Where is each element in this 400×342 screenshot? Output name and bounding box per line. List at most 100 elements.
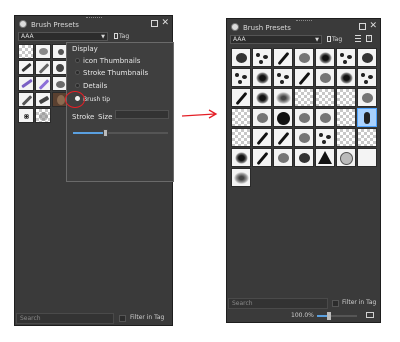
brush-tip[interactable]: [294, 48, 314, 67]
brush-tip[interactable]: [273, 68, 293, 87]
brush-thumbnail[interactable]: [35, 60, 51, 75]
brush-tip[interactable]: [357, 148, 377, 167]
brush-tip[interactable]: [336, 88, 356, 107]
docker-toolbar: AAA ▼ Tag !: [227, 34, 380, 46]
brush-thumbnail[interactable]: [18, 76, 34, 91]
brush-tip[interactable]: [252, 148, 272, 167]
brush-tip[interactable]: [336, 108, 356, 127]
brush-tip[interactable]: [294, 108, 314, 127]
brush-tip[interactable]: [357, 48, 377, 67]
import-icon[interactable]: !: [366, 35, 372, 42]
brush-thumbnail[interactable]: [18, 44, 34, 59]
fit-view-icon[interactable]: [366, 312, 374, 318]
brush-tip-selected[interactable]: [357, 108, 377, 127]
brush-tip[interactable]: [357, 68, 377, 87]
close-icon[interactable]: ✕: [369, 21, 377, 31]
brush-tip[interactable]: [294, 148, 314, 167]
brush-tip[interactable]: [315, 68, 335, 87]
search-input[interactable]: Search: [16, 313, 114, 324]
brush-tip[interactable]: [252, 88, 272, 107]
krita-logo-icon: [231, 23, 239, 31]
brush-thumbnail[interactable]: [35, 76, 51, 91]
radio-icon-thumbnails[interactable]: [75, 58, 80, 63]
option-stroke-thumbnails[interactable]: Stroke Thumbnails: [75, 68, 148, 78]
brush-tip[interactable]: [273, 88, 293, 107]
brush-tip[interactable]: [231, 68, 251, 87]
option-icon-thumbnails[interactable]: icon Thumbnails: [75, 56, 140, 66]
close-icon[interactable]: ✕: [161, 18, 169, 28]
preset-combo[interactable]: AAA ▼: [230, 35, 322, 44]
docker-footer: Search Filter in Tag: [227, 297, 380, 310]
brush-tip[interactable]: [336, 68, 356, 87]
brush-tip[interactable]: [315, 128, 335, 147]
brush-thumbnail[interactable]: [18, 60, 34, 75]
brush-presets-docker-right: Brush Presets ✕ AAA ▼ Tag ! Search Filte…: [226, 18, 381, 323]
brush-tip[interactable]: [357, 88, 377, 107]
option-label: Stroke Thumbnails: [83, 69, 149, 77]
stroke-label: Stroke: [72, 113, 95, 121]
brush-thumbnail[interactable]: [18, 108, 34, 123]
display-options-popup: Display icon Thumbnails Stroke Thumbnail…: [66, 42, 174, 182]
radio-stroke-thumbnails[interactable]: [75, 70, 80, 75]
display-heading: Display: [72, 45, 98, 53]
filter-in-tag-label: Filter in Tag: [130, 314, 165, 321]
size-label: Size: [98, 113, 113, 121]
brush-thumbnail[interactable]: [18, 92, 34, 107]
brush-tip[interactable]: [231, 108, 251, 127]
zoom-slider-handle[interactable]: [327, 312, 331, 320]
search-placeholder: Search: [232, 300, 253, 307]
brush-tip[interactable]: [273, 128, 293, 147]
radio-details[interactable]: [75, 83, 80, 88]
brush-tip[interactable]: [294, 68, 314, 87]
brush-tip[interactable]: [336, 128, 356, 147]
zoom-slider[interactable]: [317, 312, 357, 320]
brush-tip[interactable]: [336, 148, 356, 167]
brush-tip[interactable]: [315, 88, 335, 107]
krita-logo-icon: [19, 20, 27, 28]
option-label: Details: [83, 82, 108, 90]
brush-tip[interactable]: [231, 168, 251, 187]
brush-tip[interactable]: [231, 88, 251, 107]
float-window-icon[interactable]: [359, 23, 366, 30]
docker-title: Brush Presets: [243, 24, 291, 32]
brush-tip[interactable]: [252, 128, 272, 147]
brush-tip[interactable]: [252, 68, 272, 87]
brush-tip[interactable]: [357, 128, 377, 147]
preset-combo[interactable]: AAA ▼: [18, 32, 108, 41]
brush-tip[interactable]: [273, 148, 293, 167]
tag-button[interactable]: Tag: [114, 32, 129, 41]
brush-tip[interactable]: [273, 108, 293, 127]
brush-tip[interactable]: [231, 128, 251, 147]
docker-titlebar: Brush Presets ✕: [227, 21, 380, 34]
chevron-down-icon: ▼: [315, 37, 319, 43]
brush-tip[interactable]: [294, 88, 314, 107]
brush-thumbnail-grid: [18, 44, 68, 123]
brush-thumbnail[interactable]: [35, 92, 51, 107]
tag-icon: [114, 33, 118, 39]
option-details[interactable]: Details: [75, 81, 107, 91]
brush-tip[interactable]: [294, 128, 314, 147]
brush-tip[interactable]: [252, 48, 272, 67]
brush-tip[interactable]: [273, 48, 293, 67]
brush-tip[interactable]: [315, 148, 335, 167]
size-slider[interactable]: [73, 129, 168, 137]
brush-tip[interactable]: [336, 48, 356, 67]
size-field[interactable]: [115, 110, 169, 119]
hamburger-menu-icon[interactable]: [355, 35, 361, 42]
tag-button[interactable]: Tag: [327, 35, 342, 44]
filter-in-tag-checkbox[interactable]: [332, 300, 339, 307]
filter-in-tag-checkbox[interactable]: [119, 315, 126, 322]
size-slider-handle[interactable]: [103, 129, 109, 137]
brush-tip[interactable]: [231, 148, 251, 167]
docker-title: Brush Presets: [31, 21, 79, 29]
chevron-down-icon: ▼: [101, 34, 105, 40]
brush-thumbnail[interactable]: [35, 108, 51, 123]
tag-button-label: Tag: [332, 36, 343, 43]
float-window-icon[interactable]: [151, 20, 158, 27]
brush-thumbnail[interactable]: [35, 44, 51, 59]
brush-tip[interactable]: [231, 48, 251, 67]
brush-tip[interactable]: [315, 48, 335, 67]
brush-tip[interactable]: [315, 108, 335, 127]
search-input[interactable]: Search: [228, 298, 328, 309]
brush-tip[interactable]: [252, 108, 272, 127]
